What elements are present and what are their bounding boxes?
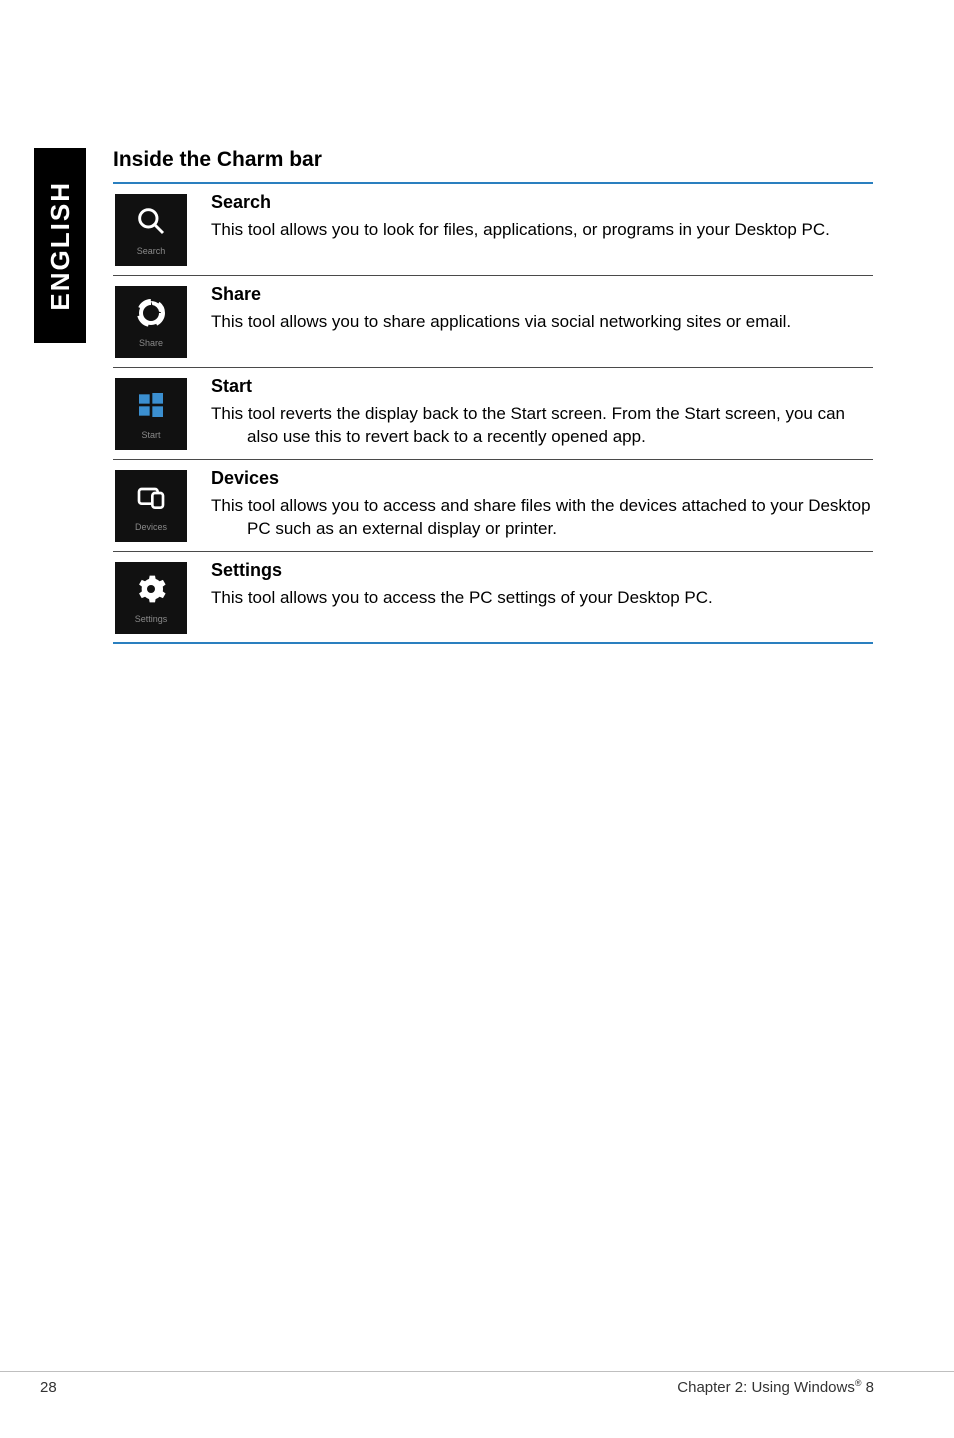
page-content: Inside the Charm bar Search Search This …: [113, 148, 873, 644]
share-tile: Share: [115, 286, 187, 358]
charm-text: Share This tool allows you to share appl…: [203, 284, 873, 334]
charm-desc: This tool allows you to share applicatio…: [247, 311, 873, 334]
charm-desc: This tool allows you to access the PC se…: [247, 587, 873, 610]
charm-icon-cell: Settings: [113, 560, 203, 634]
chapter-label: Chapter 2: Using Windows® 8: [677, 1378, 874, 1396]
charm-icon-cell: Devices: [113, 468, 203, 542]
charm-icon-cell: Search: [113, 192, 203, 266]
charm-heading: Search: [211, 192, 873, 213]
charm-heading: Start: [211, 376, 873, 397]
charm-row-search: Search Search This tool allows you to lo…: [113, 184, 873, 276]
charm-heading: Share: [211, 284, 873, 305]
charm-icon-cell: Share: [113, 284, 203, 358]
section-title: Inside the Charm bar: [113, 148, 873, 172]
tile-label: Share: [139, 338, 163, 348]
tile-label: Search: [137, 246, 166, 256]
devices-tile: Devices: [115, 470, 187, 542]
charm-table: Search Search This tool allows you to lo…: [113, 182, 873, 644]
charm-heading: Settings: [211, 560, 873, 581]
charm-row-devices: Devices Devices This tool allows you to …: [113, 460, 873, 552]
tile-label: Devices: [135, 522, 167, 532]
devices-icon: [135, 481, 167, 518]
charm-row-start: Start Start This tool reverts the displa…: [113, 368, 873, 460]
page-footer: 28 Chapter 2: Using Windows® 8: [0, 1371, 954, 1396]
charm-desc: This tool allows you to look for files, …: [247, 219, 873, 242]
tile-label: Settings: [135, 614, 168, 624]
charm-desc: This tool allows you to access and share…: [247, 495, 873, 541]
language-tab: ENGLISH: [34, 148, 86, 343]
chapter-prefix: Chapter 2: Using Windows: [677, 1379, 855, 1396]
chapter-suffix: 8: [861, 1379, 874, 1396]
search-tile: Search: [115, 194, 187, 266]
charm-desc: This tool reverts the display back to th…: [247, 403, 873, 449]
settings-tile: Settings: [115, 562, 187, 634]
language-tab-text: ENGLISH: [45, 181, 76, 311]
charm-heading: Devices: [211, 468, 873, 489]
start-tile: Start: [115, 378, 187, 450]
search-icon: [135, 205, 167, 242]
tile-label: Start: [141, 430, 160, 440]
charm-text: Start This tool reverts the display back…: [203, 376, 873, 449]
charm-row-settings: Settings Settings This tool allows you t…: [113, 552, 873, 644]
charm-row-share: Share Share This tool allows you to shar…: [113, 276, 873, 368]
page-number: 28: [40, 1379, 57, 1396]
charm-text: Settings This tool allows you to access …: [203, 560, 873, 610]
settings-icon: [135, 573, 167, 610]
charm-icon-cell: Start: [113, 376, 203, 450]
charm-text: Search This tool allows you to look for …: [203, 192, 873, 242]
charm-text: Devices This tool allows you to access a…: [203, 468, 873, 541]
start-icon: [135, 389, 167, 426]
share-icon: [135, 297, 167, 334]
